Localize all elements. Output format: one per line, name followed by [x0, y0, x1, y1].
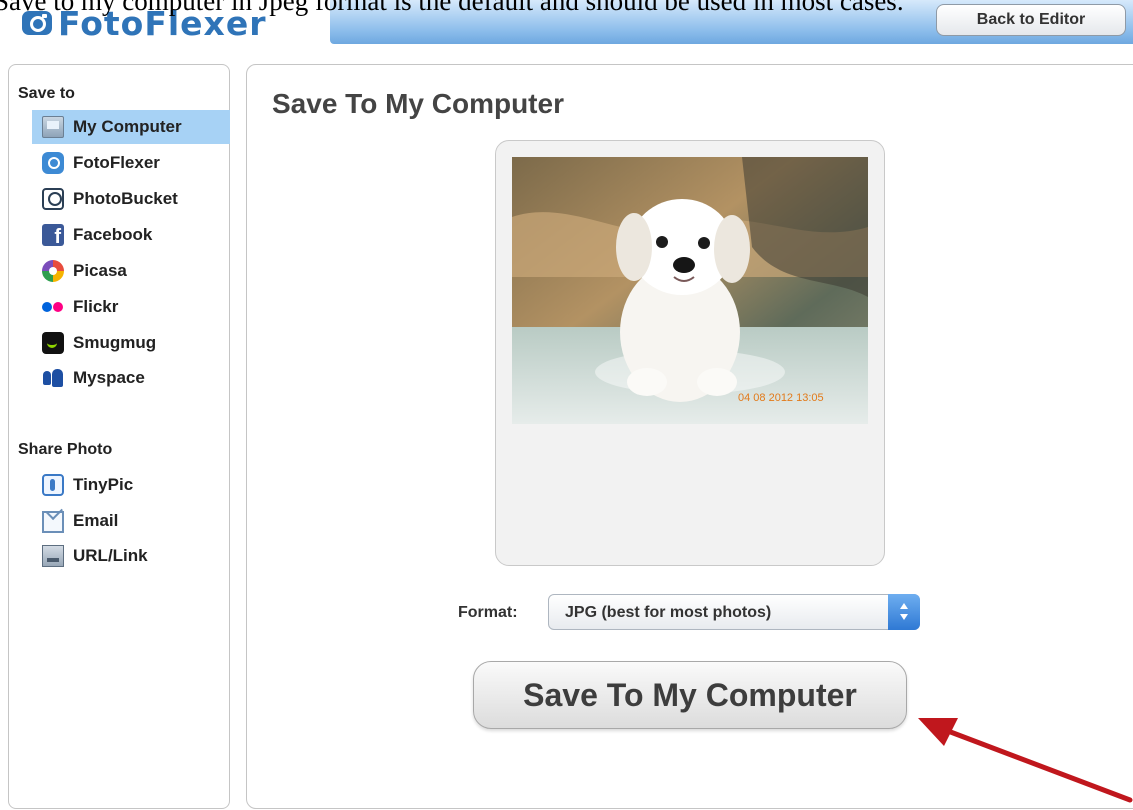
sidebar-item-url-link[interactable]: URL/Link — [32, 539, 230, 573]
red-arrow-annotation — [918, 718, 1133, 803]
share-photo-heading: Share Photo — [18, 441, 113, 458]
myspace-icon — [42, 367, 64, 389]
format-select-value: JPG (best for most photos) — [565, 604, 772, 621]
sidebar-item-myspace[interactable]: Myspace — [32, 361, 230, 395]
select-arrows-icon[interactable] — [888, 594, 920, 630]
photo-timestamp: 04 08 2012 13:05 — [738, 392, 824, 404]
sidebar-item-label: My Computer — [73, 117, 182, 136]
sidebar-item-my-computer[interactable]: My Computer — [32, 110, 230, 144]
sidebar-item-label: PhotoBucket — [73, 189, 178, 208]
sidebar-item-label: TinyPic — [73, 475, 134, 494]
photobucket-icon — [42, 188, 64, 210]
back-to-editor-button[interactable]: Back to Editor — [936, 4, 1126, 36]
url-link-icon — [42, 545, 64, 567]
sidebar-item-tinypic[interactable]: TinyPic — [32, 468, 230, 502]
sidebar-item-label: Myspace — [73, 368, 145, 387]
sidebar-item-smugmug[interactable]: Smugmug — [32, 326, 230, 360]
sidebar-item-flickr[interactable]: Flickr — [32, 290, 230, 324]
sidebar-item-label: Email — [73, 511, 119, 530]
format-label: Format: — [458, 604, 518, 621]
page-title: Save To My Computer — [272, 88, 564, 119]
sidebar-item-email[interactable]: Email — [32, 504, 230, 538]
sidebar-item-fotoflexer[interactable]: FotoFlexer — [32, 146, 230, 180]
flickr-icon — [42, 296, 64, 318]
instruction-caption: Save to my computer in Jpeg format is th… — [0, 0, 904, 16]
save-to-my-computer-button[interactable]: Save To My Computer — [473, 661, 907, 729]
save-to-heading: Save to — [18, 85, 75, 102]
sidebar-item-label: FotoFlexer — [73, 153, 160, 172]
photo-preview: 04 08 2012 13:05 — [512, 157, 868, 424]
format-select[interactable]: JPG (best for most photos) — [548, 594, 920, 630]
smugmug-icon — [42, 332, 64, 354]
sidebar-item-label: Flickr — [73, 297, 119, 316]
puppy-photo: 04 08 2012 13:05 — [512, 157, 868, 424]
tinypic-icon — [42, 474, 64, 496]
picasa-icon — [42, 260, 64, 282]
sidebar-item-picasa[interactable]: Picasa — [32, 254, 230, 288]
sidebar-item-label: Smugmug — [73, 333, 157, 352]
computer-icon — [42, 116, 64, 138]
sidebar-item-label: URL/Link — [73, 546, 148, 565]
sidebar-item-photobucket[interactable]: PhotoBucket — [32, 182, 230, 216]
email-icon — [42, 511, 64, 533]
facebook-icon: f — [42, 224, 64, 246]
fotoflexer-icon — [42, 152, 64, 174]
sidebar-item-facebook[interactable]: f Facebook — [32, 218, 230, 252]
sidebar-item-label: Facebook — [73, 225, 153, 244]
sidebar-item-label: Picasa — [73, 261, 127, 280]
